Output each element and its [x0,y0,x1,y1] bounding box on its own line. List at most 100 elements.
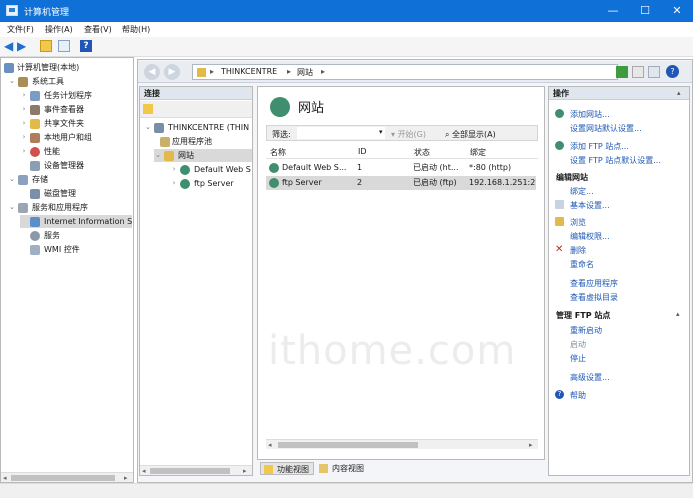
maximize-button[interactable]: ☐ [629,0,661,22]
globe-icon [180,165,190,175]
scrollbar-thumb[interactable] [150,468,230,474]
services-apps-icon [18,203,28,213]
menu-help[interactable]: 帮助(H) [122,24,150,35]
forward-arrow-icon[interactable]: ▶ [17,40,29,52]
action-start[interactable]: 启动 [570,339,586,350]
start-filter-button[interactable]: ▾ 开始(G) [391,129,426,140]
conn-site-default[interactable]: › Default Web S [170,163,252,176]
tab-features-view[interactable]: 功能视图 [260,462,314,475]
close-button[interactable]: ✕ [661,0,693,22]
action-add-ftp[interactable]: 添加 FTP 站点... [570,141,629,152]
action-edit-permissions[interactable]: 编辑权限... [570,231,610,242]
table-row[interactable]: Default Web S... 1 已启动 (ht... *:80 (http… [266,161,536,175]
connect-icon[interactable] [143,104,153,114]
tab-content-view[interactable]: 内容视图 [316,462,370,475]
menu-bar: 文件(F) 操作(A) 查看(V) 帮助(H) [0,22,693,37]
scroll-left-icon[interactable]: ◂ [142,466,146,476]
conn-sites[interactable]: ⌄ 网站 [154,149,252,162]
expand-arrow-icon[interactable]: › [20,131,28,144]
collapse-arrow-icon[interactable]: ⌄ [154,149,162,162]
action-delete[interactable]: 删除 [570,245,586,256]
action-help[interactable]: 帮助 [570,390,586,401]
table-row-selected[interactable]: ftp Server 2 已启动 (ftp) 192.168.1.251:21 [266,176,536,190]
back-button[interactable]: ◀ [144,64,160,80]
address-field[interactable]: ▸ THINKCENTRE ▸ 网站 ▸ [192,64,618,80]
collapse-arrow-icon[interactable]: ⌄ [8,201,16,214]
forward-button[interactable]: ▶ [164,64,180,80]
conn-server-node[interactable]: ⌄ THINKCENTRE (THIN [144,121,252,134]
folder-up-icon[interactable] [40,40,52,52]
expand-arrow-icon[interactable]: › [20,117,28,130]
tree-horizontal-scrollbar[interactable]: ◂ ▸ [1,472,133,482]
action-add-site[interactable]: 添加网站... [570,109,610,120]
collapse-arrow-icon[interactable]: ⌄ [8,173,16,186]
action-stop[interactable]: 停止 [570,353,586,364]
clock-icon [30,91,40,101]
action-restart[interactable]: 重新启动 [570,325,602,336]
minimize-button[interactable]: — [597,0,629,22]
browse-icon [555,217,564,226]
filter-input[interactable] [297,127,385,139]
action-rename[interactable]: 重命名 [570,259,594,270]
scroll-left-icon[interactable]: ◂ [3,473,7,483]
window-title: 计算机管理 [24,8,70,18]
toolbar: ◀ ▶ ? [0,37,693,57]
expand-arrow-icon[interactable]: › [170,177,178,190]
filter-dropdown-icon[interactable]: ▾ [379,128,383,136]
show-hide-tree-icon[interactable] [58,40,70,52]
collapse-arrow-icon[interactable]: ⌄ [144,121,152,134]
collapse-ftp-section-icon[interactable]: ▴ [676,310,680,318]
tree-item-iis[interactable]: Internet Information S [20,215,132,228]
scroll-right-icon[interactable]: ▸ [529,440,533,450]
help-icon[interactable]: ? [80,40,92,52]
scroll-right-icon[interactable]: ▸ [243,466,247,476]
home-icon[interactable] [648,66,660,78]
scrollbar-thumb[interactable] [11,475,115,481]
expand-arrow-icon[interactable]: › [20,103,28,116]
col-binding[interactable]: 绑定 [470,147,486,158]
action-set-ftp-defaults[interactable]: 设置 FTP 站点默认设置... [570,155,661,166]
scroll-right-icon[interactable]: ▸ [124,473,128,483]
expand-arrow-icon[interactable]: › [20,89,28,102]
collapse-arrow-icon[interactable]: ⌄ [8,75,16,88]
collapse-actions-icon[interactable]: ▴ [677,89,681,97]
expand-arrow-icon[interactable]: › [170,163,178,176]
app-pool-icon [160,137,170,147]
action-view-vdirs[interactable]: 查看虚拟目录 [570,292,618,303]
sites-folder-icon [164,151,174,161]
address-segment-sites[interactable]: 网站 [297,67,313,78]
connections-horizontal-scrollbar[interactable]: ◂ ▸ [140,465,252,475]
content-view-icon [319,464,328,473]
expand-arrow-icon[interactable]: › [20,145,28,158]
action-bindings[interactable]: 绑定... [570,186,594,197]
sites-pane: 网站 筛选: ▾ ▾ 开始(G) ⌕ 全部显示(A) 名称 ID 状态 绑定 ◂… [257,86,545,460]
sites-horizontal-scrollbar[interactable]: ◂ ▸ [266,439,538,449]
connections-toolbar [140,101,252,118]
connections-pane: 连接 ⌄ THINKCENTRE (THIN 应用程序池 ⌄ 网站 › Defa… [139,86,253,476]
address-segment-server[interactable]: THINKCENTRE [221,67,277,76]
gear-icon [30,231,40,241]
refresh-icon[interactable] [616,66,628,78]
action-basic-settings[interactable]: 基本设置... [570,200,610,211]
scroll-left-icon[interactable]: ◂ [268,440,272,450]
back-arrow-icon[interactable]: ◀ [4,40,16,52]
action-view-apps[interactable]: 查看应用程序 [570,278,618,289]
menu-action[interactable]: 操作(A) [45,24,73,35]
col-name[interactable]: 名称 [270,147,286,158]
col-status[interactable]: 状态 [414,147,430,158]
menu-view[interactable]: 查看(V) [84,24,112,35]
action-set-site-defaults[interactable]: 设置网站默认设置... [570,123,642,134]
connections-header: 连接 [140,87,252,100]
table-header: 名称 ID 状态 绑定 [266,145,538,159]
show-all-button[interactable]: ⌕ 全部显示(A) [445,129,496,140]
status-bar [0,483,693,498]
menu-file[interactable]: 文件(F) [7,24,34,35]
col-id[interactable]: ID [358,147,367,156]
computer-icon [4,63,14,73]
stop-icon[interactable] [632,66,644,78]
help-circle-icon[interactable]: ? [666,65,679,78]
action-advanced-settings[interactable]: 高级设置... [570,372,610,383]
globe-icon [269,178,279,188]
action-browse[interactable]: 浏览 [570,217,586,228]
scrollbar-thumb[interactable] [278,442,418,448]
